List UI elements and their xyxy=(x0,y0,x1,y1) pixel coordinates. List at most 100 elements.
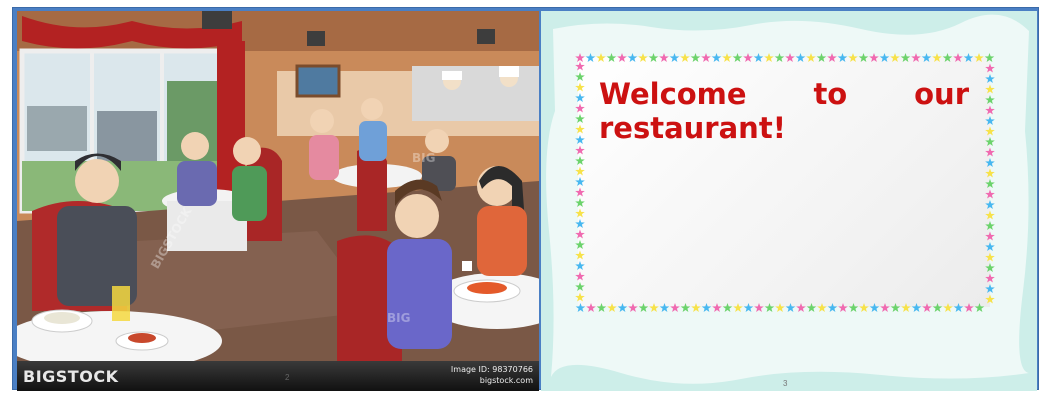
border-star xyxy=(596,53,606,62)
border-star xyxy=(985,74,995,83)
watermark-image-id: Image ID: 98370766 bigstock.com xyxy=(451,364,533,386)
border-star xyxy=(974,53,984,62)
overlay-watermark: BIG xyxy=(412,151,436,165)
overlay-watermark: BIG xyxy=(387,311,411,325)
border-star xyxy=(575,292,585,302)
border-star xyxy=(712,303,722,312)
border-star xyxy=(585,53,596,62)
border-star xyxy=(670,303,680,312)
border-star xyxy=(575,156,585,165)
border-star xyxy=(575,261,585,270)
border-star xyxy=(606,53,617,62)
border-star xyxy=(764,53,774,62)
border-star xyxy=(575,124,585,134)
border-star xyxy=(817,303,827,312)
border-star xyxy=(985,116,995,125)
border-star xyxy=(575,114,585,123)
border-star xyxy=(754,303,764,312)
border-star xyxy=(838,303,848,312)
border-star xyxy=(985,189,995,199)
border-star xyxy=(911,53,921,62)
border-star xyxy=(743,303,754,312)
border-star xyxy=(879,53,890,62)
right-page[interactable]: Welcome to our restaurant! 3 xyxy=(541,11,1037,391)
restaurant-illustration xyxy=(17,11,539,363)
border-star xyxy=(901,303,911,312)
border-star xyxy=(985,242,995,251)
border-star xyxy=(722,303,733,312)
border-star xyxy=(753,53,764,62)
border-star xyxy=(806,303,817,312)
border-star xyxy=(617,303,628,312)
border-star xyxy=(575,93,585,102)
border-star xyxy=(575,250,585,260)
watermark-site-text: bigstock.com xyxy=(479,376,533,385)
watermark-image-id-text: Image ID: 98370766 xyxy=(450,365,533,374)
border-star xyxy=(985,231,995,241)
border-star xyxy=(659,53,669,62)
border-star xyxy=(575,145,585,155)
border-star xyxy=(690,53,701,62)
border-star xyxy=(890,303,901,312)
border-star xyxy=(575,198,585,207)
border-star xyxy=(942,53,953,62)
border-star xyxy=(985,84,995,94)
border-star xyxy=(575,135,585,144)
border-star xyxy=(985,273,995,283)
border-star xyxy=(785,303,796,312)
border-star xyxy=(900,53,911,62)
border-star xyxy=(575,229,585,239)
border-star xyxy=(575,82,585,92)
border-star xyxy=(985,63,995,73)
border-star xyxy=(827,303,838,312)
border-star xyxy=(764,303,775,312)
border-star xyxy=(985,137,995,146)
border-star xyxy=(932,303,943,312)
border-star xyxy=(575,303,586,312)
border-star xyxy=(691,303,701,312)
left-page[interactable]: BIGSTOCK BIG BIG BIGSTOCK 2 Image ID: 98… xyxy=(17,11,539,391)
border-star xyxy=(743,53,753,62)
border-star xyxy=(638,303,649,312)
border-star xyxy=(985,126,995,136)
border-star xyxy=(617,53,627,62)
border-star xyxy=(575,61,585,71)
border-star xyxy=(575,208,585,218)
border-star xyxy=(869,303,880,312)
border-star xyxy=(985,158,995,167)
border-star xyxy=(575,53,585,62)
border-star xyxy=(785,53,795,62)
border-star xyxy=(880,303,890,312)
border-star xyxy=(806,53,816,62)
border-star xyxy=(795,53,806,62)
border-star xyxy=(953,303,964,312)
border-star xyxy=(575,72,585,81)
border-star xyxy=(722,53,732,62)
border-star xyxy=(890,53,900,62)
border-star xyxy=(985,147,995,157)
border-star xyxy=(659,303,670,312)
border-star xyxy=(869,53,879,62)
border-star xyxy=(575,166,585,176)
border-star xyxy=(848,53,858,62)
border-star xyxy=(943,303,953,312)
border-star xyxy=(711,53,722,62)
border-star xyxy=(921,53,932,62)
border-star xyxy=(733,303,743,312)
border-star xyxy=(701,303,712,312)
border-star xyxy=(575,282,585,291)
border-star xyxy=(985,105,995,115)
border-star xyxy=(922,303,932,312)
border-star xyxy=(732,53,743,62)
border-star xyxy=(701,53,711,62)
border-star xyxy=(974,303,985,312)
border-star xyxy=(985,95,995,104)
border-star xyxy=(648,53,659,62)
border-star xyxy=(638,53,648,62)
border-star xyxy=(575,103,585,113)
border-star xyxy=(575,240,585,249)
border-star xyxy=(816,53,827,62)
border-star xyxy=(985,200,995,209)
border-star xyxy=(911,303,922,312)
border-star xyxy=(680,53,690,62)
